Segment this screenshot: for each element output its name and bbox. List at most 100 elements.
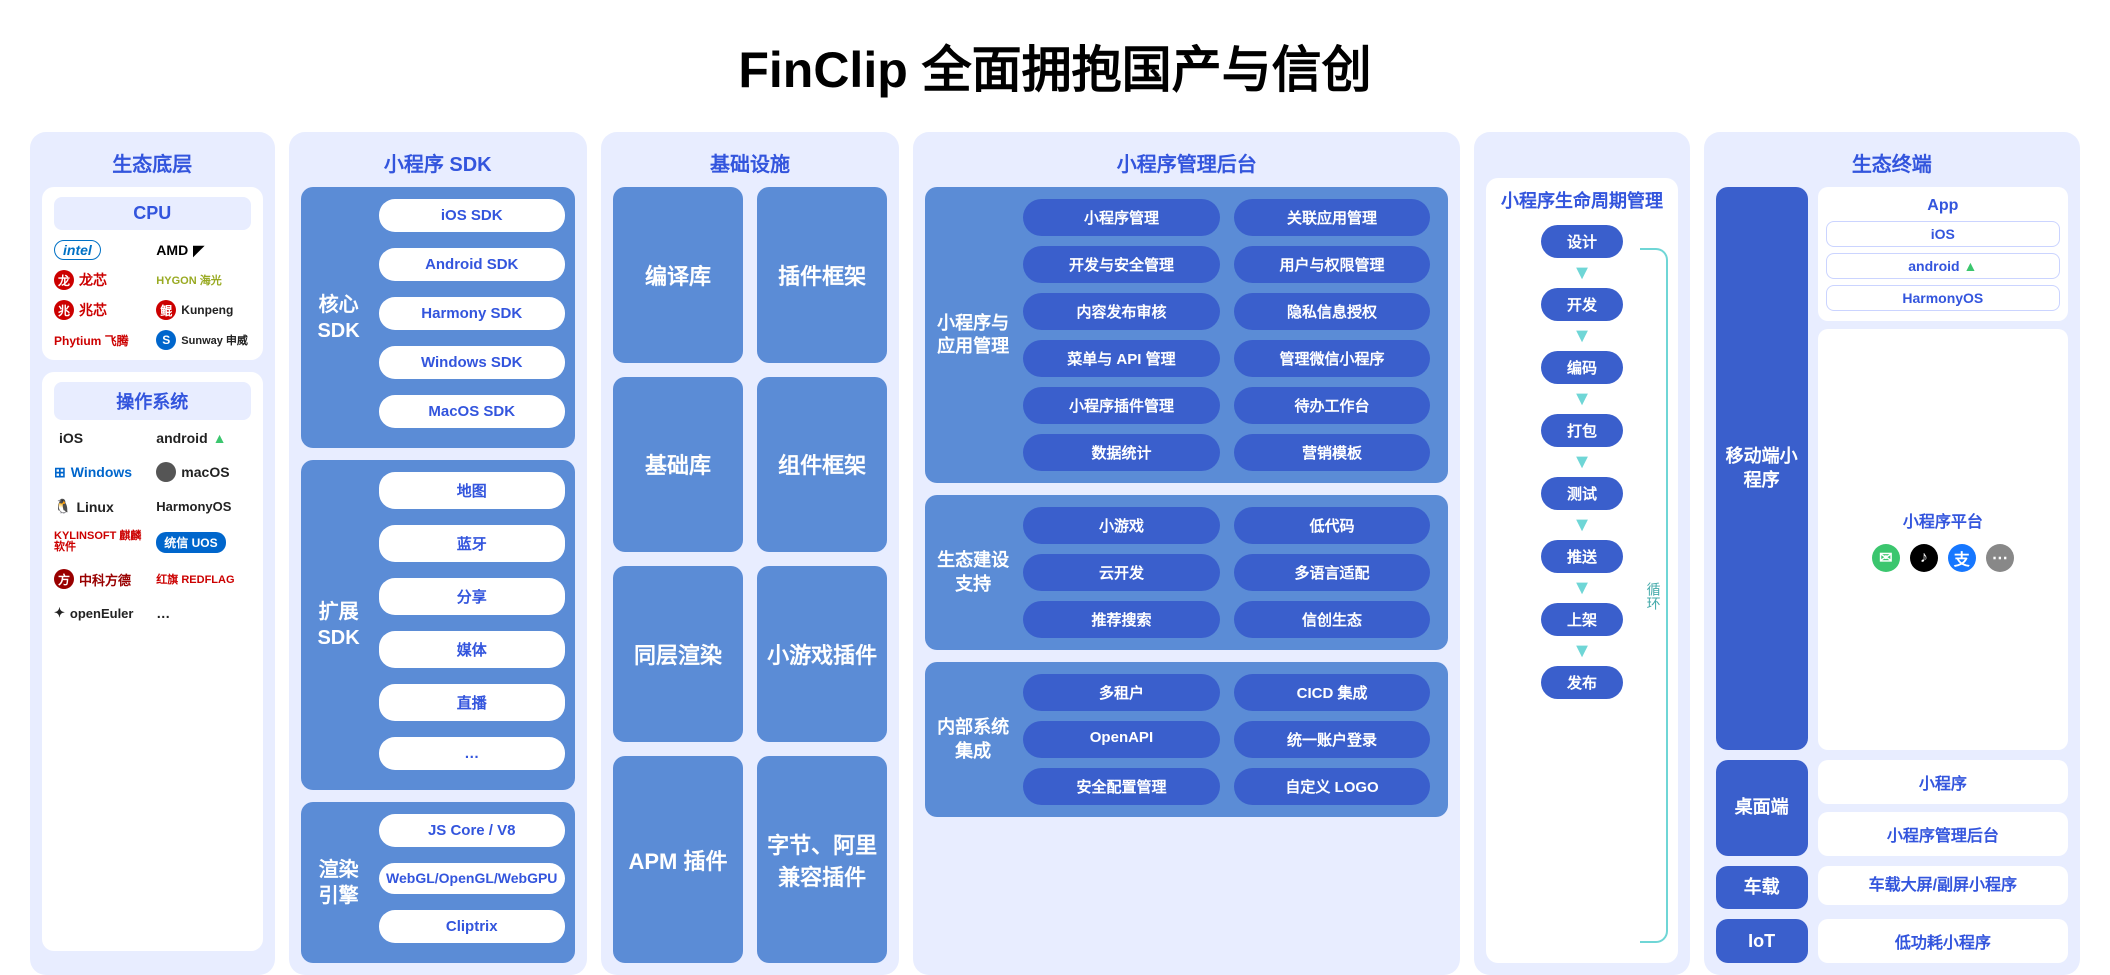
terminal-item: 车载大屏/副屏小程序	[1818, 866, 2068, 905]
sdk-item: Harmony SDK	[379, 297, 565, 330]
col-header: 小程序 SDK	[301, 148, 575, 177]
group-label: 核心 SDK	[311, 292, 367, 344]
terminal-label: IoT	[1716, 919, 1808, 963]
terminal-label: 移动端小程序	[1716, 187, 1808, 750]
group-label: 渲染 引擎	[311, 857, 367, 909]
terminal-item: 小程序	[1818, 760, 2068, 804]
section-app-mgmt: 小程序与应用管理 小程序管理 关联应用管理 开发与安全管理 用户与权限管理 内容…	[925, 187, 1448, 483]
infra-box: 编译库	[613, 187, 743, 363]
terminal-desktop: 桌面端 小程序 小程序管理后台	[1716, 760, 2068, 856]
arrow-down-icon: ▼	[1572, 516, 1592, 534]
mgmt-item: 管理微信小程序	[1234, 340, 1431, 377]
arrow-down-icon: ▼	[1572, 327, 1592, 345]
column-terminal: 生态终端 移动端小程序 App iOS android ▲ HarmonyOS …	[1704, 132, 2080, 975]
lifecycle-step: 推送	[1541, 540, 1623, 573]
mgmt-item: 关联应用管理	[1234, 199, 1431, 236]
terminal-car: 车载 车载大屏/副屏小程序	[1716, 866, 2068, 909]
logo-kunpeng: 鲲Kunpeng	[156, 300, 250, 320]
logo-sunway: SSunway 申威	[156, 330, 250, 350]
os-badge: android ▲	[1826, 253, 2060, 279]
mgmt-item: 多租户	[1023, 674, 1220, 711]
col-header: 生态终端	[1716, 148, 2068, 177]
mgmt-item: 数据统计	[1023, 434, 1220, 471]
sdk-item: Android SDK	[379, 248, 565, 281]
column-mgmt: 小程序管理后台 小程序与应用管理 小程序管理 关联应用管理 开发与安全管理 用户…	[913, 132, 1460, 975]
group-label: 扩展 SDK	[311, 599, 367, 651]
infra-box: 插件框架	[757, 187, 887, 363]
logo-openeuler: ✦openEuler	[54, 605, 148, 621]
mgmt-item: OpenAPI	[1023, 721, 1220, 758]
platform-panel: 小程序平台 ✉ ♪ 支 ⋯	[1818, 329, 2068, 750]
sdk-item: 直播	[379, 684, 565, 721]
arrow-down-icon: ▼	[1572, 579, 1592, 597]
mgmt-item: 用户与权限管理	[1234, 246, 1431, 283]
apple-icon	[156, 462, 176, 482]
os-badge: HarmonyOS	[1826, 285, 2060, 311]
lifecycle-step: 上架	[1541, 603, 1623, 636]
logo-loongson: 龙龙芯	[54, 270, 148, 290]
col-header: 小程序管理后台	[925, 148, 1448, 177]
sdk-item: 媒体	[379, 631, 565, 668]
mgmt-item: 待办工作台	[1234, 387, 1431, 424]
sdk-item: 地图	[379, 472, 565, 509]
infra-box: 字节、阿里兼容插件	[757, 756, 887, 964]
cpu-logos: intel AMD◤ 龙龙芯 HYGON 海光 兆兆芯 鲲Kunpeng Phy…	[54, 240, 251, 350]
logo-linux: 🐧Linux	[54, 498, 148, 515]
panel-cpu: CPU intel AMD◤ 龙龙芯 HYGON 海光 兆兆芯 鲲Kunpeng…	[42, 187, 263, 360]
arrow-down-icon: ▼	[1572, 453, 1592, 471]
lifecycle-step: 打包	[1541, 414, 1623, 447]
mgmt-item: 安全配置管理	[1023, 768, 1220, 805]
android-icon: ▲	[213, 430, 227, 446]
section-eco-build: 生态建设支持 小游戏 低代码 云开发 多语言适配 推荐搜索 信创生态	[925, 495, 1448, 650]
sdk-item: WebGL/OpenGL/WebGPU	[379, 863, 565, 894]
sdk-item: 分享	[379, 578, 565, 615]
mgmt-item: 统一账户登录	[1234, 721, 1431, 758]
sdk-item: Windows SDK	[379, 346, 565, 379]
mgmt-item: 开发与安全管理	[1023, 246, 1220, 283]
section-label: 内部系统集成	[935, 716, 1011, 763]
column-sdk: 小程序 SDK 核心 SDK iOS SDK Android SDK Harmo…	[289, 132, 587, 975]
mgmt-item: 云开发	[1023, 554, 1220, 591]
mgmt-item: CICD 集成	[1234, 674, 1431, 711]
diagram-title: FinClip 全面拥抱国产与信创	[30, 30, 2080, 102]
logo-amd: AMD◤	[156, 240, 250, 260]
group-render-engine: 渲染 引擎 JS Core / V8 WebGL/OpenGL/WebGPU C…	[301, 802, 575, 963]
sdk-item: iOS SDK	[379, 199, 565, 232]
infra-box: 组件框架	[757, 377, 887, 553]
loop-label: 循环	[1642, 578, 1666, 614]
mgmt-item: 菜单与 API 管理	[1023, 340, 1220, 377]
lifecycle-step: 测试	[1541, 477, 1623, 510]
infra-box: 基础库	[613, 377, 743, 553]
terminal-mobile: 移动端小程序 App iOS android ▲ HarmonyOS 小程序平台…	[1716, 187, 2068, 750]
linux-icon: 🐧	[54, 498, 71, 515]
logo-intel: intel	[54, 240, 148, 260]
panel-os: 操作系统 iOS android▲ ⊞ Windows macOS 🐧Linux…	[42, 372, 263, 951]
group-ext-sdk: 扩展 SDK 地图 蓝牙 分享 媒体 直播 …	[301, 460, 575, 790]
diagram-grid: 生态底层 CPU intel AMD◤ 龙龙芯 HYGON 海光 兆兆芯 鲲Ku…	[30, 132, 2080, 975]
terminal-iot: IoT 低功耗小程序	[1716, 919, 2068, 963]
mgmt-item: 自定义 LOGO	[1234, 768, 1431, 805]
os-logos: iOS android▲ ⊞ Windows macOS 🐧Linux Harm…	[54, 430, 251, 621]
tiktok-icon: ♪	[1910, 544, 1938, 572]
terminal-label: 车载	[1716, 866, 1808, 909]
sdk-item: Cliptrix	[379, 910, 565, 943]
mgmt-item: 隐私信息授权	[1234, 293, 1431, 330]
logo-android: android▲	[156, 430, 250, 446]
mgmt-item: 营销模板	[1234, 434, 1431, 471]
infra-box: APM 插件	[613, 756, 743, 964]
mgmt-item: 低代码	[1234, 507, 1431, 544]
app-header: App	[1826, 197, 2060, 215]
column-eco-base: 生态底层 CPU intel AMD◤ 龙龙芯 HYGON 海光 兆兆芯 鲲Ku…	[30, 132, 275, 975]
sdk-item: MacOS SDK	[379, 395, 565, 428]
platform-header: 小程序平台	[1826, 508, 2060, 532]
infra-box: 同层渲染	[613, 566, 743, 742]
panel-header: CPU	[54, 197, 251, 230]
mgmt-item: 推荐搜索	[1023, 601, 1220, 638]
arrow-down-icon: ▼	[1572, 642, 1592, 660]
col-header: 基础设施	[613, 148, 887, 177]
mgmt-item: 小程序管理	[1023, 199, 1220, 236]
logo-ios: iOS	[54, 430, 148, 446]
more-icon: ⋯	[1986, 544, 2014, 572]
terminal-item: 小程序管理后台	[1818, 812, 2068, 856]
logo-more: …	[156, 605, 250, 621]
